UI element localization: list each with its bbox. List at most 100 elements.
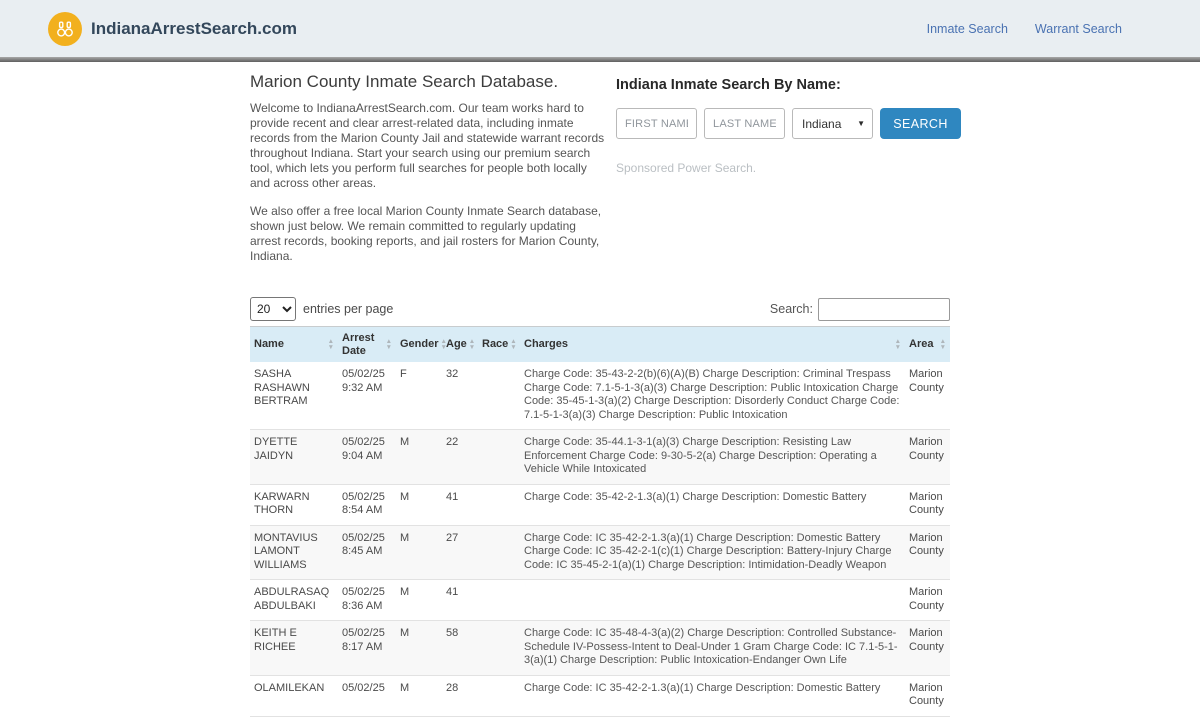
cell-gender: M — [396, 620, 442, 676]
column-header-race[interactable]: Race ▲ ▼ — [478, 326, 520, 362]
table-search-input[interactable] — [818, 297, 950, 321]
cell-gender: M — [396, 525, 442, 580]
page-title: Marion County Inmate Search Database. — [250, 72, 559, 91]
search-panel-heading: Indiana Inmate Search By Name: — [616, 77, 841, 93]
column-label: Race — [482, 338, 509, 351]
column-label: Charges — [524, 338, 569, 351]
cell-name: OLAMILEKAN — [250, 675, 338, 717]
intro-paragraph-2: We also offer a free local Marion County… — [250, 204, 602, 263]
cell-gender: M — [396, 484, 442, 526]
brand[interactable]: IndianaArrestSearch.com — [48, 11, 297, 46]
nav-link-inmate-search[interactable]: Inmate Search — [927, 22, 1008, 36]
cell-age: 58 — [442, 620, 478, 676]
column-label: Name — [254, 338, 284, 351]
inmate-table-head: Name ▲ ▼ Arrest Date ▲ ▼ Gender ▲ ▼ Age ▲ ▼ Race ▲ ▼ Ch… — [250, 326, 950, 362]
cell-date: 05/02/25 8:36 AM — [338, 579, 396, 621]
cell-name: ABDULRASAQ ABDULBAKI — [250, 579, 338, 621]
cell-area: Marion County — [905, 620, 950, 676]
table-search-label: Search: — [769, 302, 813, 316]
cell-charges: Charge Code: IC 35-42-2-1.3(a)(1) Charge… — [520, 525, 905, 580]
column-label: Arrest Date — [342, 332, 375, 357]
cell-race — [478, 525, 520, 580]
cell-race — [478, 484, 520, 526]
nav-link-warrant-search[interactable]: Warrant Search — [1035, 22, 1122, 36]
site-header: IndianaArrestSearch.com Inmate Search Wa… — [0, 0, 1200, 57]
table-body: SASHA RASHAWN BERTRAM 05/02/25 9:32 AM F 32 C… — [250, 362, 950, 717]
site-title: IndianaArrestSearch.com — [91, 18, 297, 38]
table-search-box: Search: — [769, 297, 950, 321]
cell-area: Marion County — [905, 429, 950, 485]
sort-arrows-icon[interactable]: ▲ ▼ — [328, 339, 334, 350]
column-header-area[interactable]: Area ▲ ▼ — [905, 326, 950, 362]
cell-name: DYETTE JAIDYN — [250, 429, 338, 485]
sort-arrows-icon[interactable]: ▲ ▼ — [940, 339, 946, 350]
cell-race — [478, 429, 520, 485]
column-header-name[interactable]: Name ▲ ▼ — [250, 326, 338, 362]
table-row: OLAMILEKAN 05/02/25 M 28 Charge Code: IC 35-… — [250, 675, 950, 717]
entries-per-page: 20 entries per page — [250, 297, 393, 321]
state-select[interactable]: Indiana — [792, 108, 873, 139]
cell-race — [478, 675, 520, 717]
cell-date: 05/02/25 9:32 AM — [338, 362, 396, 430]
main-content: Marion County Inmate Search Database. We… — [250, 62, 961, 717]
last-name-input[interactable] — [704, 108, 785, 139]
sort-arrows-icon[interactable]: ▲ ▼ — [386, 339, 392, 350]
cell-age: 27 — [442, 525, 478, 580]
cell-charges: Charge Code: 35-44.1-3-1(a)(3) Charge De… — [520, 429, 905, 485]
table-controls: 20 entries per page Search: — [250, 297, 950, 321]
cell-area: Marion County — [905, 525, 950, 580]
table-row: KEITH E RICHEE 05/02/25 8:17 AM M 58 Charge C… — [250, 620, 950, 676]
cell-race — [478, 362, 520, 430]
handcuffs-logo-icon — [48, 11, 82, 46]
cell-charges — [520, 579, 905, 621]
column-label: Area — [909, 338, 934, 351]
cell-race — [478, 579, 520, 621]
table-row: DYETTE JAIDYN 05/02/25 9:04 AM M 22 Charge Co… — [250, 429, 950, 485]
search-form: Indiana ▼ SEARCH — [616, 108, 961, 139]
cell-area: Marion County — [905, 484, 950, 526]
cell-age: 41 — [442, 579, 478, 621]
sort-arrows-icon[interactable]: ▲ ▼ — [510, 339, 516, 350]
intro-paragraph-1: Welcome to IndianaArrestSearch.com. Our … — [250, 101, 605, 190]
cell-age: 22 — [442, 429, 478, 485]
sort-arrows-icon[interactable]: ▲ ▼ — [469, 339, 475, 350]
table-header-row: Name ▲ ▼ Arrest Date ▲ ▼ Gender ▲ ▼ Age ▲ ▼ Race ▲ ▼ Ch… — [250, 326, 950, 362]
intro-section: Marion County Inmate Search Database. We… — [250, 68, 961, 277]
cell-charges: Charge Code: IC 35-42-2-1.3(a)(1) Charge… — [520, 675, 905, 717]
name-search-panel: Indiana Inmate Search By Name: Indiana ▼… — [616, 68, 961, 277]
table-row: KARWARN THORN 05/02/25 8:54 AM M 41 Charge Co… — [250, 484, 950, 526]
cell-race — [478, 620, 520, 676]
state-select-wrap: Indiana ▼ — [792, 108, 873, 139]
cell-gender: F — [396, 362, 442, 430]
cell-date: 05/02/25 8:54 AM — [338, 484, 396, 526]
cell-date: 05/02/25 8:17 AM — [338, 620, 396, 676]
cell-charges: Charge Code: IC 35-48-4-3(a)(2) Charge D… — [520, 620, 905, 676]
cell-area: Marion County — [905, 675, 950, 717]
table-row: ABDULRASAQ ABDULBAKI 05/02/25 8:36 AM M 41 Ma… — [250, 579, 950, 621]
column-header-age[interactable]: Age ▲ ▼ — [442, 326, 478, 362]
cell-charges: Charge Code: 35-42-2-1.3(a)(1) Charge De… — [520, 484, 905, 526]
cell-date: 05/02/25 8:45 AM — [338, 525, 396, 580]
column-label: Age — [446, 338, 467, 351]
cell-name: KARWARN THORN — [250, 484, 338, 526]
sort-arrows-icon[interactable]: ▲ ▼ — [895, 339, 901, 350]
cell-date: 05/02/25 — [338, 675, 396, 717]
cell-gender: M — [396, 579, 442, 621]
column-header-date[interactable]: Arrest Date ▲ ▼ — [338, 326, 396, 362]
table-row: MONTAVIUS LAMONT WILLIAMS 05/02/25 8:45 AM… — [250, 525, 950, 580]
column-header-charges[interactable]: Charges ▲ ▼ — [520, 326, 905, 362]
column-header-gender[interactable]: Gender ▲ ▼ — [396, 326, 447, 362]
cell-charges: Charge Code: 35-43-2-2(b)(6)(A)(B) Charg… — [520, 362, 905, 430]
cell-date: 05/02/25 9:04 AM — [338, 429, 396, 485]
first-name-input[interactable] — [616, 108, 697, 139]
page-size-select[interactable]: 20 — [250, 297, 296, 321]
intro-text-column: Marion County Inmate Search Database. We… — [250, 68, 606, 277]
table-row: SASHA RASHAWN BERTRAM 05/02/25 9:32 AM F 32 C… — [250, 362, 950, 430]
top-nav: Inmate Search Warrant Search — [927, 22, 1122, 36]
cell-name: SASHA RASHAWN BERTRAM — [250, 362, 338, 430]
cell-gender: M — [396, 429, 442, 485]
entries-per-page-label: entries per page — [303, 302, 394, 316]
search-button[interactable]: SEARCH — [880, 108, 961, 139]
cell-area: Marion County — [905, 362, 950, 430]
cell-name: KEITH E RICHEE — [250, 620, 338, 676]
